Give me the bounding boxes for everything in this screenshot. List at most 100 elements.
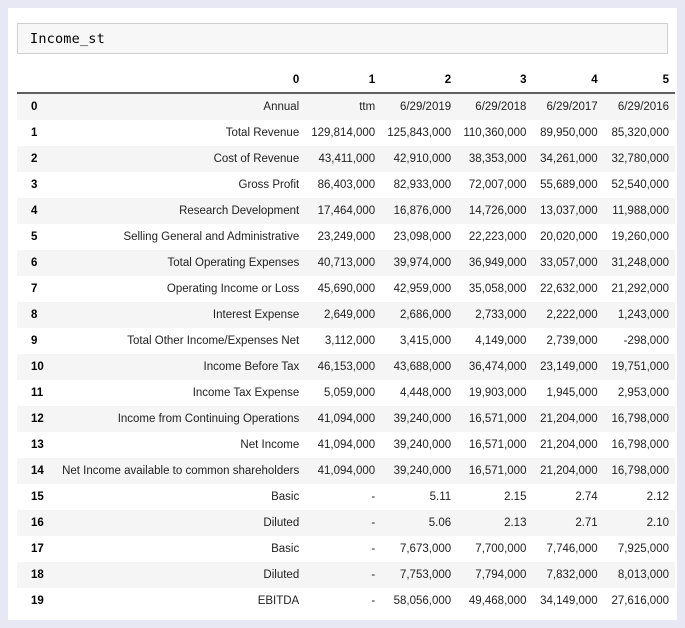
- cell-value: 39,240,000: [393, 413, 452, 425]
- cell-value: 4,149,000: [475, 335, 527, 347]
- cell-value: 2,733,000: [475, 309, 527, 321]
- cell-value: 2,953,000: [617, 387, 669, 399]
- column-header-5: 5: [662, 74, 669, 86]
- dataframe-header-row: 0 1 2 3 4 5: [17, 70, 675, 93]
- dataframe-table: 0 1 2 3 4 5 0 Annual ttm 6/29/2019 6/29/2018…: [17, 70, 675, 614]
- cell-value: 49,468,000: [468, 595, 527, 607]
- table-row: 3 Gross Profit 86,403,000 82,933,000 72,007,…: [17, 172, 675, 198]
- table-row: 16 Diluted - 5.06 2.13 2.71 2.10: [17, 510, 675, 536]
- cell-value: 7,673,000: [399, 543, 452, 555]
- row-label: Basic: [271, 491, 300, 503]
- cell-value: 31,248,000: [611, 257, 669, 269]
- row-index: 13: [31, 439, 44, 451]
- cell-value: 89,950,000: [540, 127, 598, 139]
- cell-value: 16,798,000: [611, 413, 669, 425]
- row-index: 12: [31, 413, 44, 425]
- row-index: 0: [31, 101, 38, 113]
- cell-value: 110,360,000: [463, 127, 527, 139]
- code-input-cell[interactable]: Income_st: [17, 23, 668, 54]
- cell-value: 129,814,000: [311, 127, 376, 139]
- column-header-4: 4: [591, 74, 598, 86]
- row-index: 7: [31, 283, 38, 295]
- cell-value: 20,020,000: [540, 231, 598, 243]
- cell-value: 11,988,000: [612, 205, 669, 217]
- cell-value: 43,411,000: [318, 153, 376, 165]
- cell-value: 82,933,000: [393, 179, 452, 191]
- cell-value: 22,223,000: [468, 231, 527, 243]
- cell-value: 39,240,000: [393, 465, 452, 477]
- cell-value: 41,094,000: [317, 439, 376, 451]
- row-index: 14: [31, 465, 44, 477]
- cell-value: 16,571,000: [468, 413, 527, 425]
- cell-value: 23,249,000: [317, 231, 376, 243]
- cell-value: 43,688,000: [393, 361, 452, 373]
- table-row: 13 Net Income 41,094,000 39,240,000 16,571,0…: [17, 432, 675, 458]
- cell-value: 2,222,000: [546, 309, 598, 321]
- row-index: 3: [31, 179, 38, 191]
- cell-value: 4,448,000: [399, 387, 452, 399]
- cell-value: 7,925,000: [617, 543, 669, 555]
- cell-value: 21,204,000: [540, 439, 598, 451]
- code-input-cell-wrapper: Income_st: [17, 23, 668, 54]
- cell-value: 46,153,000: [317, 361, 376, 373]
- cell-value: 40,713,000: [317, 257, 376, 269]
- dataframe-output: 0 1 2 3 4 5 0 Annual ttm 6/29/2019 6/29/2018…: [17, 70, 677, 614]
- cell-value: 7,832,000: [546, 569, 598, 581]
- cell-value: 6/29/2016: [617, 101, 669, 113]
- cell-value: ttm: [359, 101, 376, 113]
- cell-value: 1,243,000: [617, 309, 669, 321]
- cell-value: 16,798,000: [611, 465, 669, 477]
- code-input-text: Income_st: [30, 30, 105, 47]
- row-index: 8: [31, 309, 38, 321]
- table-row: 14 Net Income available to common shareho…: [17, 458, 675, 484]
- cell-value: 17,464,000: [317, 205, 376, 217]
- cell-value: 33,057,000: [540, 257, 598, 269]
- row-label: Income Before Tax: [203, 361, 300, 373]
- row-index: 1: [31, 127, 38, 139]
- row-label: Total Operating Expenses: [167, 257, 300, 269]
- row-index: 9: [31, 335, 38, 347]
- cell-value: 34,261,000: [540, 153, 598, 165]
- cell-value: 2.13: [504, 517, 527, 529]
- table-row: 8 Interest Expense 2,649,000 2,686,000 2,733…: [17, 302, 675, 328]
- row-index: 17: [31, 543, 44, 555]
- row-label: Cost of Revenue: [213, 153, 300, 165]
- cell-value: 41,094,000: [317, 413, 376, 425]
- cell-value: 2.12: [646, 491, 669, 503]
- cell-value: -298,000: [623, 335, 669, 347]
- column-header-index: [17, 70, 51, 93]
- table-row: 19 EBITDA - 58,056,000 49,468,000 34,149,000 2…: [17, 588, 675, 614]
- cell-value: 36,474,000: [468, 361, 527, 373]
- row-index: 16: [31, 517, 44, 529]
- row-label: Income Tax Expense: [192, 387, 300, 399]
- row-label: Diluted: [263, 569, 300, 581]
- row-label: Annual: [263, 101, 300, 113]
- table-row: 10 Income Before Tax 46,153,000 43,688,000 3…: [17, 354, 675, 380]
- cell-value: 16,571,000: [468, 439, 527, 451]
- cell-value: 1,945,000: [546, 387, 598, 399]
- table-row: 15 Basic - 5.11 2.15 2.74 2.12: [17, 484, 675, 510]
- cell-value: 2,739,000: [546, 335, 598, 347]
- cell-value: 42,959,000: [393, 283, 452, 295]
- column-header-2: 2: [444, 74, 452, 86]
- table-row: 6 Total Operating Expenses 40,713,000 39,97…: [17, 250, 675, 276]
- cell-value: 27,616,000: [611, 595, 669, 607]
- row-label: Gross Profit: [238, 179, 300, 191]
- cell-value: 6/29/2018: [475, 101, 527, 113]
- table-row: 18 Diluted - 7,753,000 7,794,000 7,832,000 8,0…: [17, 562, 675, 588]
- cell-value: 52,540,000: [611, 179, 669, 191]
- row-index: 2: [31, 153, 38, 165]
- cell-value: -: [371, 491, 376, 503]
- row-label: Basic: [271, 543, 300, 555]
- row-index: 19: [31, 595, 44, 607]
- row-label: Interest Expense: [212, 309, 300, 321]
- cell-value: 3,415,000: [399, 335, 452, 347]
- row-index: 5: [31, 231, 38, 243]
- row-index: 11: [31, 387, 44, 399]
- cell-value: -: [371, 543, 376, 555]
- row-label: Operating Income or Loss: [166, 283, 300, 295]
- cell-value: -: [371, 517, 376, 529]
- table-row: 12 Income from Continuing Operations 41,09…: [17, 406, 675, 432]
- cell-value: 19,751,000: [611, 361, 669, 373]
- dataframe-header: 0 1 2 3 4 5: [17, 70, 675, 93]
